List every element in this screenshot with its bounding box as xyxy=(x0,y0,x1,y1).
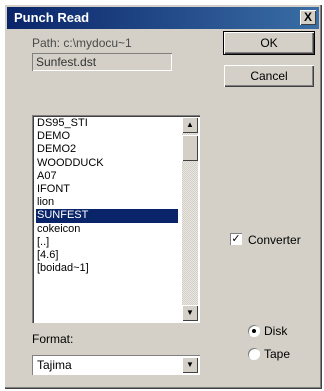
cancel-button[interactable]: Cancel xyxy=(224,65,314,87)
file-listbox[interactable]: DS95_STI DEMO DEMO2 WOODDUCK A07 IFONT lion SUN… xyxy=(32,115,200,323)
format-value: Tajima xyxy=(37,358,72,372)
title-bar[interactable]: Punch Read X xyxy=(7,7,319,29)
file-list-item[interactable]: DEMO xyxy=(36,130,178,143)
file-list-item[interactable]: DEMO2 xyxy=(36,143,178,156)
chevron-down-icon: ▼ xyxy=(186,360,194,369)
format-dropdown-button[interactable]: ▼ xyxy=(182,357,198,373)
file-list-item[interactable]: SUNFEST xyxy=(36,209,178,223)
tape-radio[interactable] xyxy=(248,348,260,360)
scroll-up-button[interactable]: ▲ xyxy=(182,117,198,133)
filename-value: Sunfest.dst xyxy=(36,55,97,69)
file-list-item[interactable]: IFONT xyxy=(36,183,178,196)
file-list-item[interactable]: A07 xyxy=(36,170,178,183)
filename-field[interactable]: Sunfest.dst xyxy=(32,53,172,71)
file-list-item[interactable]: [..] xyxy=(36,236,178,249)
close-button[interactable]: X xyxy=(300,10,316,25)
window-title: Punch Read xyxy=(14,10,90,25)
file-list-item[interactable]: [4.6] xyxy=(36,249,178,262)
format-dropdown[interactable]: Tajima ▼ xyxy=(32,355,200,375)
scroll-thumb[interactable] xyxy=(182,135,198,161)
tape-label: Tape xyxy=(264,347,291,361)
converter-checkbox[interactable]: ✓ xyxy=(230,233,242,245)
arrow-down-icon: ▼ xyxy=(186,308,194,317)
scroll-down-button[interactable]: ▼ xyxy=(182,305,198,321)
format-label: Format: xyxy=(32,332,74,346)
file-list-item[interactable]: lion xyxy=(36,196,178,209)
file-list-item[interactable]: cokeicon xyxy=(36,223,178,236)
file-list-item[interactable]: DS95_STI xyxy=(36,117,178,130)
disk-radio[interactable] xyxy=(248,325,260,337)
arrow-up-icon: ▲ xyxy=(186,120,194,129)
file-list-item[interactable]: [boidad~1] xyxy=(36,262,178,275)
punch-read-dialog: Punch Read X Path: c:\mydocu~1 Sunfest.d… xyxy=(4,4,322,389)
check-icon: ✓ xyxy=(231,233,241,245)
ok-button[interactable]: OK xyxy=(223,31,315,55)
radio-selected-dot xyxy=(252,329,256,333)
file-list-item[interactable]: WOODDUCK xyxy=(36,157,178,170)
close-icon: X xyxy=(303,10,312,24)
vertical-scrollbar[interactable]: ▲ ▼ xyxy=(182,117,198,321)
file-list: DS95_STI DEMO DEMO2 WOODDUCK A07 IFONT lion SUN… xyxy=(36,117,178,275)
disk-label: Disk xyxy=(264,324,288,338)
converter-label: Converter xyxy=(248,233,301,247)
path-label: Path: c:\mydocu~1 xyxy=(32,36,132,50)
